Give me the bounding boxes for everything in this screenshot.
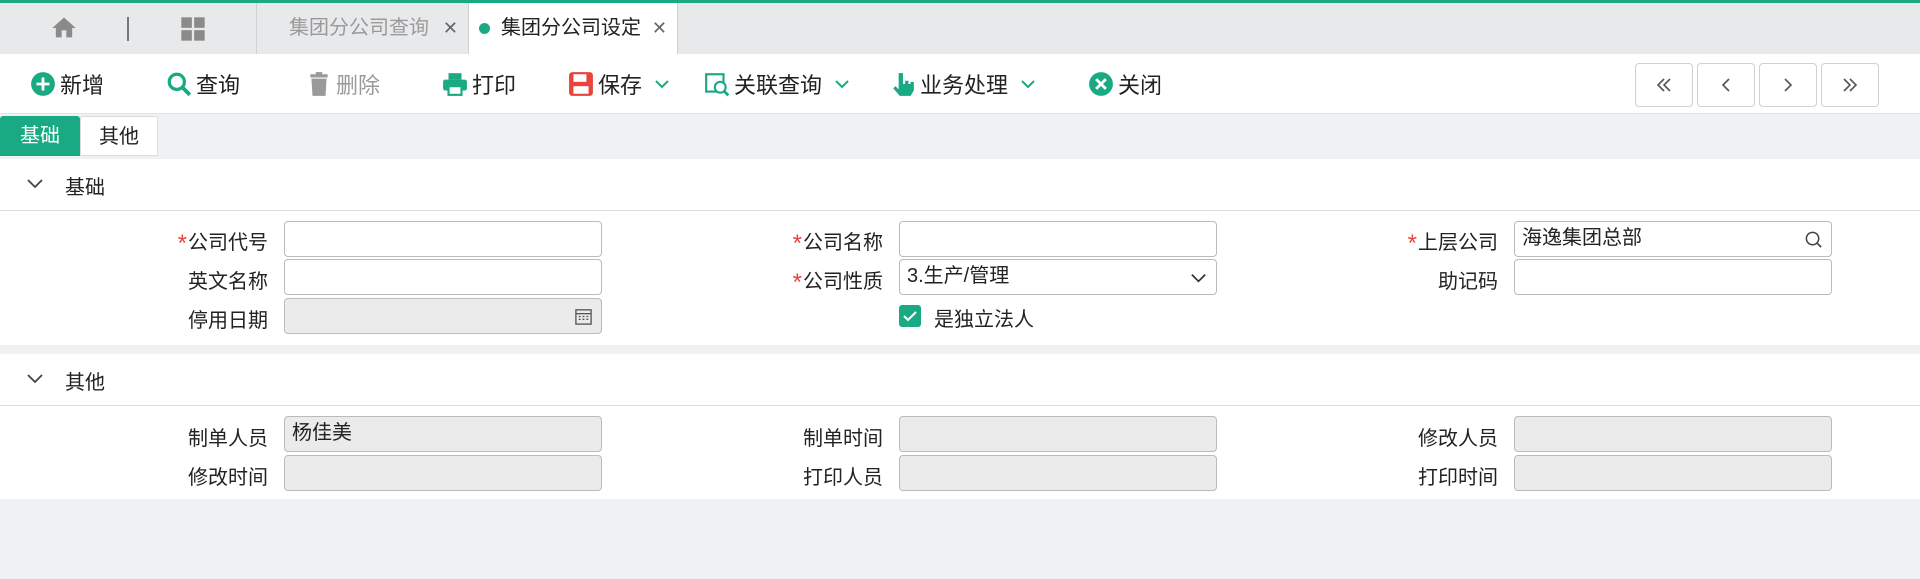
checkmark-icon <box>903 311 917 322</box>
modifier-label: 修改人员 <box>1418 428 1498 450</box>
section-tab-basic[interactable]: 基础 <box>0 116 80 156</box>
company-type-label: 公司性质 <box>743 265 883 295</box>
grid-icon[interactable] <box>179 15 207 43</box>
panel-title: 基础 <box>65 177 105 199</box>
parent-company-label: 上层公司 <box>1358 226 1498 256</box>
company-type-value: 3.生产/管理 <box>907 265 1010 287</box>
business-button[interactable]: 业务处理 <box>890 66 1036 102</box>
tab-strip: 集团分公司查询 ✕ 集团分公司设定 ✕ <box>0 0 1920 54</box>
close-tab-icon[interactable]: ✕ <box>443 3 458 53</box>
other-panel-header[interactable]: 其他 <box>0 354 1920 406</box>
add-label: 新增 <box>60 73 105 98</box>
mnemonic-input[interactable] <box>1514 259 1832 295</box>
chevron-down-icon[interactable] <box>834 76 850 92</box>
active-dot-icon <box>479 23 490 34</box>
chevron-down-icon <box>1191 274 1206 283</box>
chevron-down-icon <box>27 374 43 384</box>
independent-label: 是独立法人 <box>934 309 1034 331</box>
create-time-field[interactable] <box>899 416 1217 452</box>
save-disk-icon <box>569 72 593 96</box>
chevron-left-icon <box>1721 78 1730 92</box>
print-label: 打印 <box>472 73 517 98</box>
last-record-button[interactable] <box>1821 63 1879 107</box>
label-text: 公司名称 <box>803 232 883 254</box>
company-name-label: 公司名称 <box>743 226 883 256</box>
save-button[interactable]: 保存 <box>568 66 670 102</box>
plus-circle-icon <box>31 72 55 96</box>
business-label: 业务处理 <box>920 73 1009 98</box>
parent-company-input[interactable]: 海逸集团总部 <box>1514 221 1832 257</box>
creator-label: 制单人员 <box>188 428 268 450</box>
search-icon[interactable] <box>1804 230 1823 249</box>
close-circle-icon <box>1089 72 1113 96</box>
english-name-input[interactable] <box>284 259 602 295</box>
save-label: 保存 <box>598 73 643 98</box>
print-time-label: 打印时间 <box>1418 467 1498 489</box>
trash-icon <box>310 72 328 96</box>
related-query-label: 关联查询 <box>734 73 823 98</box>
tab-label: 集团分公司设定 <box>501 17 641 39</box>
delete-button[interactable]: 删除 <box>306 66 380 102</box>
chevron-right-icon <box>1784 78 1793 92</box>
company-type-select[interactable]: 3.生产/管理 <box>899 259 1217 295</box>
panel-title: 其他 <box>65 372 105 394</box>
chevron-down-icon[interactable] <box>1020 76 1036 92</box>
modify-time-field[interactable] <box>284 455 602 491</box>
disable-date-input[interactable] <box>284 298 602 334</box>
first-record-button[interactable] <box>1635 63 1693 107</box>
parent-company-value: 海逸集团总部 <box>1522 227 1642 249</box>
modifier-field[interactable] <box>1514 416 1832 452</box>
tab-company-query[interactable]: 集团分公司查询 ✕ <box>256 3 468 54</box>
delete-label: 删除 <box>336 73 381 98</box>
print-button[interactable]: 打印 <box>442 66 516 102</box>
chevron-down-icon[interactable] <box>654 76 670 92</box>
company-code-input[interactable] <box>284 221 602 257</box>
tab-company-settings[interactable]: 集团分公司设定 ✕ <box>468 3 678 54</box>
prev-record-button[interactable] <box>1697 63 1755 107</box>
double-chevron-left-icon <box>1656 78 1671 92</box>
section-tab-other[interactable]: 其他 <box>80 116 158 156</box>
printer-field[interactable] <box>899 455 1217 491</box>
printer-label: 打印人员 <box>803 467 883 489</box>
related-search-icon <box>705 73 730 97</box>
tab-label: 集团分公司查询 <box>289 17 429 39</box>
query-label: 查询 <box>196 73 241 98</box>
calendar-icon[interactable] <box>574 307 593 326</box>
mnemonic-label: 助记码 <box>1438 271 1498 293</box>
divider <box>127 17 129 41</box>
label-text: 公司性质 <box>803 271 883 293</box>
company-name-input[interactable] <box>899 221 1217 257</box>
next-record-button[interactable] <box>1759 63 1817 107</box>
chevron-down-icon <box>27 179 43 189</box>
close-tab-icon[interactable]: ✕ <box>652 3 667 53</box>
close-label: 关闭 <box>1118 73 1163 98</box>
company-code-label: 公司代号 <box>128 226 268 256</box>
label-text: 公司代号 <box>188 232 268 254</box>
modify-time-label: 修改时间 <box>188 467 268 489</box>
create-time-label: 制单时间 <box>803 428 883 450</box>
label-text: 上层公司 <box>1418 232 1498 254</box>
independent-checkbox[interactable] <box>899 305 921 327</box>
query-button[interactable]: 查询 <box>166 66 240 102</box>
english-name-label: 英文名称 <box>188 271 268 293</box>
disable-date-label: 停用日期 <box>188 310 268 332</box>
printer-icon <box>443 73 467 96</box>
search-icon <box>167 72 192 97</box>
related-query-button[interactable]: 关联查询 <box>704 66 850 102</box>
close-button[interactable]: 关闭 <box>1088 66 1162 102</box>
double-chevron-right-icon <box>1843 78 1858 92</box>
add-button[interactable]: 新增 <box>30 66 104 102</box>
creator-field[interactable]: 杨佳美 <box>284 416 602 452</box>
home-icon[interactable] <box>50 14 78 42</box>
hand-pointer-icon <box>893 73 914 96</box>
basic-panel-header[interactable]: 基础 <box>0 159 1920 211</box>
print-time-field[interactable] <box>1514 455 1832 491</box>
